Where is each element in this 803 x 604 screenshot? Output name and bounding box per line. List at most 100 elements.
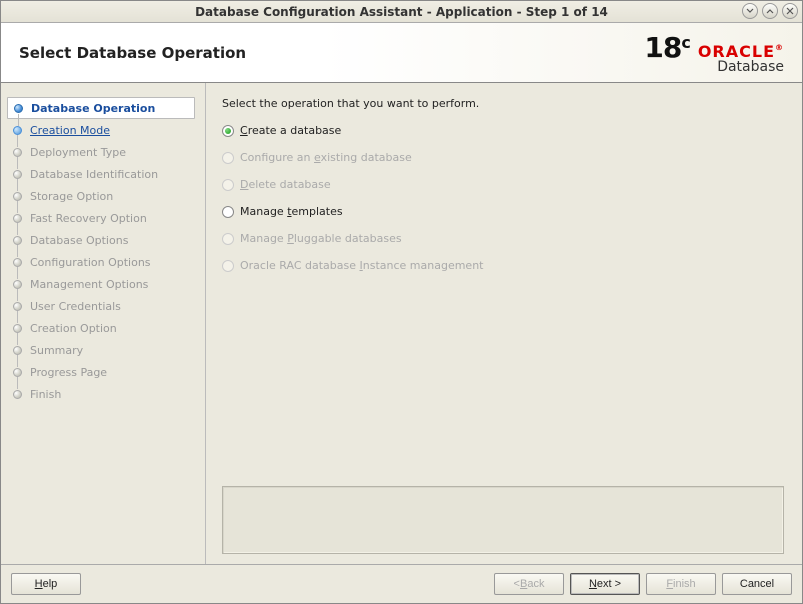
step-label: Database Operation [31,102,155,115]
step-connector [17,223,18,235]
option-create-a-database[interactable]: Create a database [222,124,784,137]
step-connector [17,267,18,279]
close-button[interactable] [782,3,798,19]
step-label: Configuration Options [30,256,151,269]
step-connector [17,157,18,169]
step-creation-mode[interactable]: Creation Mode [7,119,205,141]
logo-product: Database [698,60,784,74]
step-connector [17,201,18,213]
step-label: Creation Mode [30,124,110,137]
step-user-credentials: User Credentials [7,295,205,317]
step-label: Fast Recovery Option [30,212,147,225]
option-label: Oracle RAC database Instance management [240,259,483,272]
steps-list: Database Operation Creation Mode Deploymen… [7,97,205,405]
step-bullet-icon [13,236,22,245]
step-fast-recovery-option: Fast Recovery Option [7,207,205,229]
step-label: Finish [30,388,61,401]
step-connector [17,355,18,367]
maximize-button[interactable] [762,3,778,19]
back-button: < Back [494,573,564,595]
step-connector [17,311,18,323]
step-label: Deployment Type [30,146,126,159]
step-bullet-icon [14,104,23,113]
option-label: Create a database [240,124,341,137]
step-bullet-icon [13,126,22,135]
step-label: User Credentials [30,300,121,313]
radio-icon [222,260,234,272]
logo-brand: ORACLE® [698,44,784,60]
step-bullet-icon [13,302,22,311]
footer: Help < Back Next > Finish Cancel [1,565,802,603]
step-management-options: Management Options [7,273,205,295]
finish-button: Finish [646,573,716,595]
step-connector [18,114,19,126]
step-bullet-icon [13,280,22,289]
step-connector [17,377,18,389]
step-connector [17,135,18,147]
step-label: Storage Option [30,190,113,203]
step-progress-page: Progress Page [7,361,205,383]
app-window: Database Configuration Assistant - Appli… [0,0,803,604]
step-configuration-options: Configuration Options [7,251,205,273]
message-area [222,486,784,554]
radio-icon [222,233,234,245]
option-delete-database: Delete database [222,178,784,191]
option-label: Delete database [240,178,331,191]
window-title: Database Configuration Assistant - Appli… [195,5,608,19]
logo-version: 18c [644,31,689,64]
minimize-button[interactable] [742,3,758,19]
step-finish: Finish [7,383,205,405]
step-deployment-type: Deployment Type [7,141,205,163]
main-panel: Select the operation that you want to pe… [205,83,802,564]
step-bullet-icon [13,324,22,333]
options-list: Create a database Configure an existing d… [222,124,784,272]
step-summary: Summary [7,339,205,361]
step-label: Summary [30,344,83,357]
page-title: Select Database Operation [19,44,246,62]
radio-icon[interactable] [222,206,234,218]
option-oracle-rac-database-instance-management: Oracle RAC database Instance management [222,259,784,272]
radio-icon [222,152,234,164]
cancel-button[interactable]: Cancel [722,573,792,595]
option-manage-templates[interactable]: Manage templates [222,205,784,218]
header: Select Database Operation 18c ORACLE® Da… [1,23,802,83]
step-database-options: Database Options [7,229,205,251]
step-bullet-icon [13,258,22,267]
step-label: Management Options [30,278,148,291]
option-label: Manage Pluggable databases [240,232,402,245]
step-connector [17,333,18,345]
step-bullet-icon [13,192,22,201]
option-label: Manage templates [240,205,343,218]
next-button[interactable]: Next > [570,573,640,595]
step-bullet-icon [13,148,22,157]
option-configure-an-existing-database: Configure an existing database [222,151,784,164]
step-database-operation: Database Operation [7,97,195,119]
step-database-identification: Database Identification [7,163,205,185]
help-button[interactable]: Help [11,573,81,595]
step-bullet-icon [13,170,22,179]
option-manage-pluggable-databases: Manage Pluggable databases [222,232,784,245]
instruction-text: Select the operation that you want to pe… [222,97,784,110]
step-bullet-icon [13,390,22,399]
step-label: Creation Option [30,322,117,335]
step-label: Database Options [30,234,128,247]
titlebar-buttons [742,3,798,19]
step-bullet-icon [13,368,22,377]
step-connector [17,289,18,301]
logo-text: ORACLE® Database [698,44,784,74]
sidebar: Database Operation Creation Mode Deploymen… [1,83,205,564]
step-label: Database Identification [30,168,158,181]
step-bullet-icon [13,214,22,223]
option-label: Configure an existing database [240,151,412,164]
body: Database Operation Creation Mode Deploymen… [1,83,802,565]
step-storage-option: Storage Option [7,185,205,207]
step-connector [17,179,18,191]
oracle-logo: 18c ORACLE® Database [644,31,784,74]
step-connector [17,245,18,257]
radio-icon [222,179,234,191]
step-creation-option: Creation Option [7,317,205,339]
step-label: Progress Page [30,366,107,379]
step-bullet-icon [13,346,22,355]
titlebar: Database Configuration Assistant - Appli… [1,1,802,23]
radio-icon[interactable] [222,125,234,137]
